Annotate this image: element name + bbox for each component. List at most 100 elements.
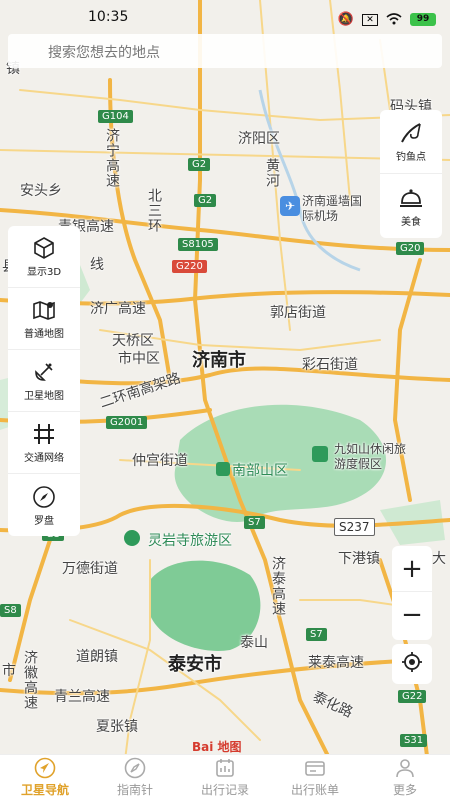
map-label-da: 大 [432,551,446,567]
tab-label: 出行记录 [200,783,249,797]
right-tool-panel: 钓鱼点 美食 [380,110,442,238]
map-label-anxi: 安头乡 [20,183,62,199]
fishing-icon [397,120,425,146]
map-label-taian-city: 泰安市 [168,654,222,675]
shield-s7-a: S7 [244,516,265,529]
map-label-jiwei: 济徽高速 [22,650,38,710]
status-bar: 10:35 🔕 ✕ 99 [0,0,450,34]
tab-travel-bills[interactable]: 出行账单 [270,755,360,800]
map-label-jiguang: 济广高速 [90,301,146,317]
map-label-laitai: 莱泰高速 [308,655,364,671]
shield-g22: G22 [398,690,427,703]
zoom-out-button[interactable]: − [392,592,432,638]
shield-s8105: S8105 [178,238,218,251]
tab-satellite-navigation[interactable]: 卫星导航 [0,755,90,800]
satellite-map-button[interactable]: 卫星地图 [8,350,80,412]
map-label-qingnan: 青兰高速 [54,689,110,705]
status-icons: 🔕 ✕ 99 [338,10,436,29]
map-label-tianqiao: 天桥区 [112,333,154,349]
map-label-jining: 济宁高速 [104,128,120,188]
left-tool-panel: 显示3D 普通地图 卫星地图 交通网络 罗盘 [8,226,80,536]
map-attribution: Bai 地图 [192,740,242,754]
map-label-shi: 市 [2,663,16,679]
normal-map-button[interactable]: 普通地图 [8,288,80,350]
zoom-in-button[interactable]: + [392,546,432,592]
map-label-beisanhuan: 北三环 [146,188,162,233]
locate-icon [401,651,423,677]
compass-icon [30,484,58,510]
map-label-jinan-city: 济南市 [192,350,246,371]
airport-icon: ✈ [280,196,300,216]
shield-s8: S8 [0,604,21,617]
map-label-zhonggong: 仲宫街道 [132,453,188,469]
shield-s237: S237 [334,518,375,536]
calendar-record-icon [214,757,236,779]
fishing-spot-button[interactable]: 钓鱼点 [380,110,442,174]
shield-s31: S31 [400,734,428,747]
navigation-arrow-icon [34,757,56,779]
traffic-network-button[interactable]: 交通网络 [8,412,80,474]
map-label-jiuru: 九如山休闲旅游度假区 [334,442,407,471]
shield-s7-b: S7 [306,628,327,641]
map-label-lingyan: 灵岩寺旅游区 [148,533,232,549]
food-cloche-icon [397,185,425,211]
locate-button[interactable] [392,644,432,684]
status-time: 10:35 [88,9,129,25]
tab-label: 更多 [392,783,417,797]
map-label-guodian: 郭店街道 [270,305,326,321]
map-label-jiyang: 济阳区 [238,131,280,147]
satellite-icon [30,359,58,385]
tab-label: 指南针 [116,783,153,797]
shield-g2001: G2001 [106,416,148,429]
map-label-nanbu: 南部山区 [232,463,288,479]
food-label: 美食 [401,216,421,228]
map-label-xiazhang: 夏张镇 [96,719,138,735]
mute-icon: 🔕 [337,12,354,27]
map-label-airport: 济南遥墙国际机场 [302,194,363,223]
user-icon [394,757,416,779]
bottom-tab-bar: 卫星导航 指南针 出行记录 出行账单 更多 [0,754,450,800]
compass-icon [124,757,146,779]
food-button[interactable]: 美食 [380,174,442,238]
compass-label: 罗盘 [34,515,54,527]
battery-icon: 99 [410,13,436,26]
satellite-map-label: 卫星地图 [24,391,64,402]
tab-travel-records[interactable]: 出行记录 [180,755,270,800]
map-label-huanghe: 黄河 [264,158,280,188]
wifi-icon [386,10,402,29]
shield-g20: G20 [396,242,425,255]
search-bar[interactable]: 搜索您想去的地点 [8,34,442,68]
map-label-xiagang: 下港镇 [338,551,380,567]
compass-button[interactable]: 罗盘 [8,474,80,536]
map-label-daolang: 道朗镇 [76,649,118,665]
tab-label: 卫星导航 [20,783,69,797]
scenic-poi-icon [216,462,230,476]
cube-icon [30,235,58,261]
search-input[interactable]: 搜索您想去的地点 [48,42,160,62]
traffic-network-label: 交通网络 [24,453,64,464]
sim-off-icon: ✕ [362,13,378,26]
tab-label: 出行账单 [290,783,339,797]
map-label-shizhong: 市中区 [118,351,160,367]
show-3d-label: 显示3D [26,267,62,278]
shield-g220: G220 [172,260,207,273]
tab-compass[interactable]: 指南针 [90,755,180,800]
map-label-jitai: 济泰高速 [270,556,286,616]
fishing-spot-label: 钓鱼点 [396,152,426,163]
zoom-control: + − [392,546,432,640]
tab-more[interactable]: 更多 [360,755,450,800]
show-3d-button[interactable]: 显示3D [8,226,80,288]
scenic-poi-icon [124,530,140,546]
map-icon [30,297,58,323]
shield-g2-a: G2 [188,158,211,171]
map-label-taishan: 泰山 [240,635,268,651]
shield-g2-b: G2 [194,194,217,207]
map-label-caishi: 彩石街道 [302,357,358,373]
map-label-wande: 万德街道 [62,561,118,577]
normal-map-label: 普通地图 [24,329,64,340]
map-label-xian: 线 [90,257,104,273]
shield-g104: G104 [98,110,133,123]
scenic-poi-icon [312,446,328,462]
traffic-grid-icon [30,421,58,447]
wallet-icon [304,757,326,779]
